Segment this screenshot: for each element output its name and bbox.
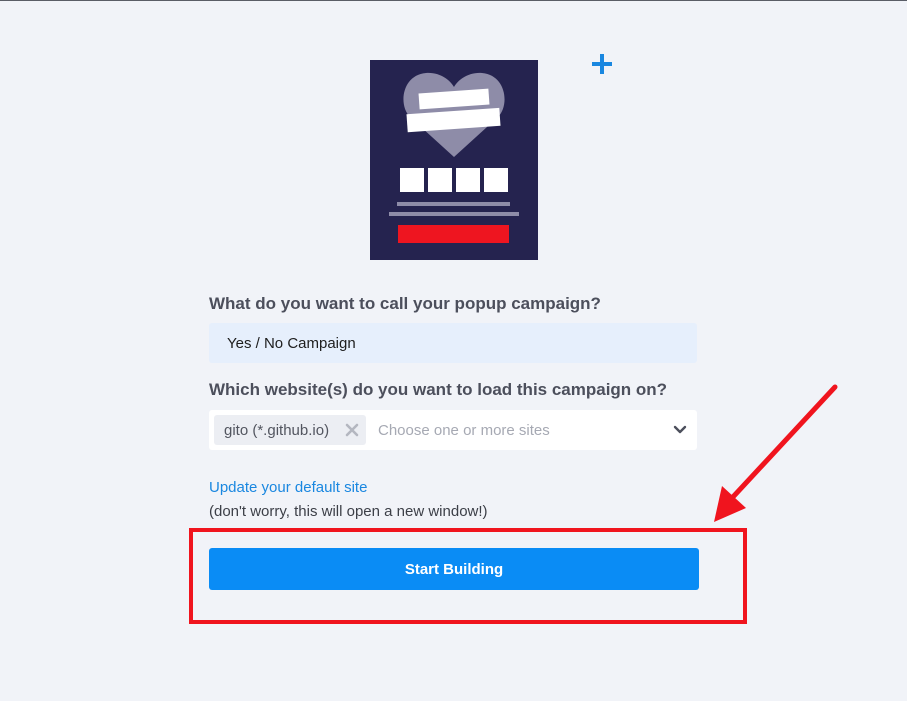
close-icon[interactable] (345, 423, 359, 437)
selected-site-chip: gito (*.github.io) (214, 415, 366, 445)
red-arrow (714, 384, 838, 522)
update-default-site-link[interactable]: Update your default site (209, 479, 367, 496)
highlight-box (189, 528, 747, 624)
update-site-note: (don't worry, this will open a new windo… (209, 503, 488, 520)
campaign-name-input[interactable] (209, 323, 697, 363)
selected-site-label: gito (*.github.io) (224, 422, 330, 439)
popup-template-illustration (370, 60, 538, 260)
window-top-border (0, 0, 907, 1)
chevron-down-icon[interactable] (673, 423, 687, 437)
website-select-label: Which website(s) do you want to load thi… (209, 380, 668, 399)
website-select[interactable]: gito (*.github.io) Choose one or more si… (209, 410, 697, 450)
plus-icon[interactable] (590, 52, 614, 76)
campaign-name-label: What do you want to call your popup camp… (209, 294, 601, 313)
website-select-placeholder[interactable]: Choose one or more sites (378, 422, 550, 439)
